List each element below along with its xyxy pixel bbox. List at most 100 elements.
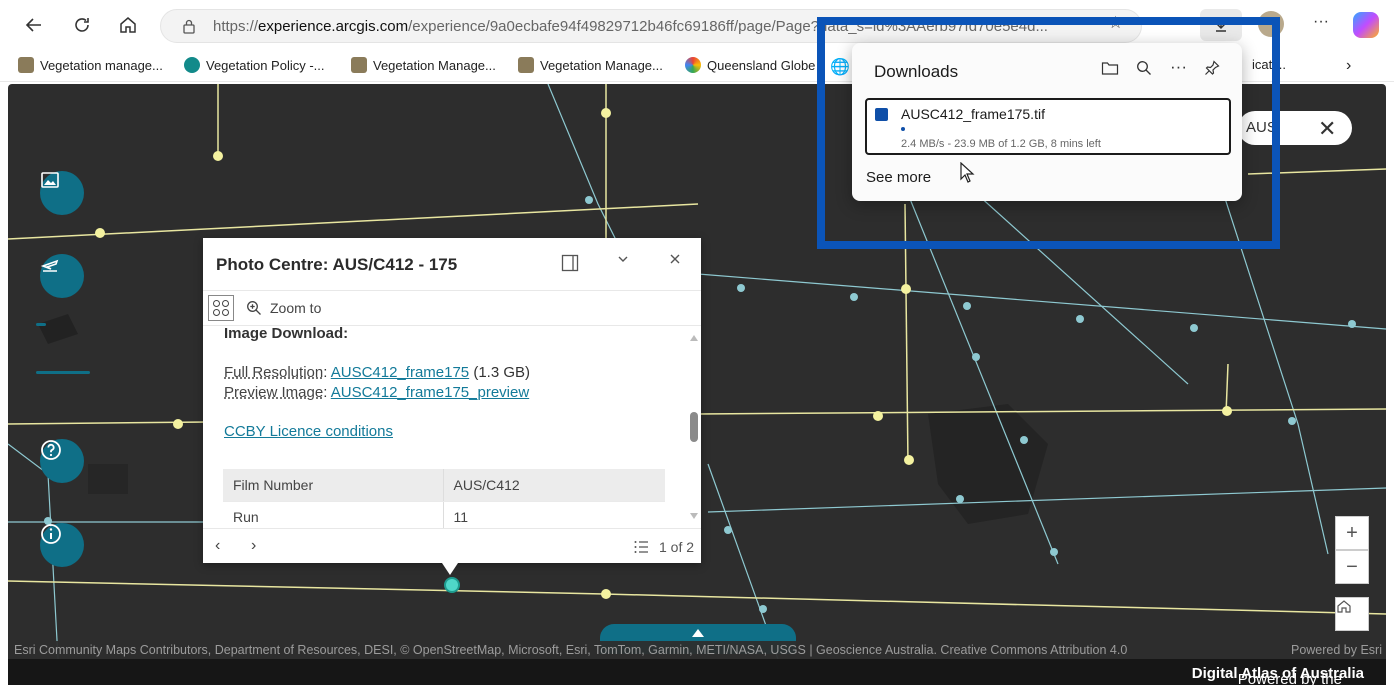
scroll-up-icon — [690, 335, 698, 341]
popup-scrollbar[interactable] — [687, 326, 701, 528]
help-widget-button[interactable] — [40, 439, 84, 483]
bookmark-item[interactable]: Queensland Globe — [685, 57, 815, 73]
full-resolution-row: Full Resolution: AUSC412_frame175 (1.3 G… — [224, 364, 531, 381]
folder-icon — [1101, 62, 1119, 75]
attribution-text: Esri Community Maps Contributors, Depart… — [14, 643, 1128, 657]
photo-centre-point — [873, 411, 883, 421]
clear-search-icon[interactable]: ✕ — [1318, 116, 1336, 142]
powered-prefix: Powered by the — [1237, 671, 1342, 685]
powered-by-esri[interactable]: Powered by Esri — [1291, 643, 1382, 657]
bookmark-label: Vegetation Manage... — [373, 57, 496, 73]
flight-widget-button[interactable] — [40, 254, 84, 298]
photo-centre-point — [972, 353, 980, 361]
attribute-table: Film Number AUS/C412 Run 11 — [223, 469, 665, 528]
popup-content[interactable]: Image Download: Full Resolution: AUSC412… — [203, 326, 687, 528]
minus-icon: − — [1346, 555, 1358, 578]
back-button[interactable] — [18, 9, 50, 41]
full-resolution-label: Full Resolution — [224, 364, 324, 381]
widget-divider — [36, 371, 90, 374]
file-icon — [875, 108, 888, 121]
dock-popup-button[interactable] — [561, 254, 579, 277]
triangle-up-icon — [692, 629, 704, 637]
photo-centre-point — [1348, 320, 1356, 328]
refresh-icon — [75, 18, 89, 32]
preview-image-link[interactable]: AUSC412_frame175_preview — [331, 384, 529, 401]
flight-line — [8, 203, 699, 240]
default-extent-button[interactable] — [1335, 597, 1369, 631]
photo-centre-point — [901, 284, 911, 294]
bookmark-label: Vegetation Policy -... — [206, 57, 325, 73]
photo-centre-point — [737, 284, 745, 292]
pin-icon — [1205, 60, 1220, 75]
bookmark-item[interactable]: Vegetation Policy -... — [184, 57, 325, 73]
flight-line — [8, 580, 1386, 615]
table-row: Run 11 — [223, 501, 665, 528]
open-downloads-folder-button[interactable] — [1101, 60, 1119, 81]
home-button[interactable] — [112, 9, 144, 41]
search-downloads-button[interactable] — [1136, 60, 1152, 81]
previous-feature-button[interactable]: ‹ — [215, 537, 220, 555]
photo-centre-point — [95, 228, 105, 238]
popup-pointer — [442, 563, 458, 575]
bookmark-item[interactable]: Vegetation Manage... — [518, 57, 663, 73]
licence-link[interactable]: CCBY Licence conditions — [224, 423, 393, 440]
help-icon — [41, 440, 61, 460]
terrain-patch — [88, 464, 128, 494]
feature-menu-button[interactable] — [208, 295, 234, 321]
see-more-link[interactable]: See more — [866, 169, 931, 186]
pin-downloads-button[interactable] — [1204, 60, 1220, 81]
chevron-down-icon — [618, 256, 628, 262]
photo-centre-point — [850, 293, 858, 301]
zoom-out-button[interactable]: − — [1335, 550, 1369, 584]
feature-list-icon[interactable] — [633, 539, 649, 555]
dock-icon — [561, 254, 579, 272]
close-popup-button[interactable] — [668, 252, 682, 271]
photo-centre-point — [956, 495, 964, 503]
home-icon — [1337, 600, 1351, 613]
photo-centre-point — [963, 302, 971, 310]
photo-centre-point — [1020, 436, 1028, 444]
scrollbar-thumb[interactable] — [690, 412, 698, 442]
table-row: Film Number AUS/C412 — [223, 469, 665, 502]
zoom-to-button[interactable]: Zoom to — [246, 300, 321, 316]
next-feature-button[interactable]: › — [251, 537, 256, 555]
site-info-icon — [183, 19, 195, 34]
photo-centre-point — [585, 196, 593, 204]
image-download-heading: Image Download: — [224, 326, 349, 342]
bookmarks-overflow-chevron-icon[interactable]: › — [1346, 57, 1351, 75]
powered-by-text: Powered by the Digital Atlas of Australi… — [1192, 665, 1364, 685]
info-icon — [41, 524, 61, 544]
close-icon — [670, 254, 680, 264]
download-item[interactable]: AUSC412_frame175.tif 2.4 MB/s - 23.9 MB … — [865, 98, 1231, 155]
downloads-title: Downloads — [874, 62, 959, 81]
photo-centre-point — [1076, 315, 1084, 323]
field-value: AUS/C412 — [443, 469, 665, 502]
bookmark-label: Vegetation manage... — [40, 57, 163, 73]
collapse-popup-button[interactable] — [616, 252, 630, 271]
full-resolution-size: (1.3 GB) — [473, 364, 531, 381]
bookmark-item[interactable]: Vegetation Manage... — [351, 57, 496, 73]
bookmark-item[interactable]: Vegetation manage... — [18, 57, 163, 73]
search-icon — [1137, 61, 1151, 75]
photo-centre-point — [601, 108, 611, 118]
download-progress-bar — [901, 127, 905, 131]
info-widget-button[interactable] — [40, 523, 84, 567]
photo-centre-point — [601, 589, 611, 599]
url-host: experience.arcgis.com — [258, 18, 409, 35]
selected-photo-centre — [444, 577, 460, 593]
field-name: Run — [223, 501, 444, 528]
zoom-in-button[interactable]: + — [1335, 516, 1369, 550]
more-options-icon[interactable]: ··· — [1313, 13, 1329, 31]
image-widget-button[interactable] — [40, 171, 84, 215]
copilot-icon[interactable] — [1353, 12, 1379, 38]
field-value: 11 — [443, 501, 665, 528]
bookmark-label: Queensland Globe — [707, 57, 816, 73]
popup-title: Photo Centre: AUS/C412 - 175 — [216, 255, 458, 274]
photo-centre-point — [1222, 406, 1232, 416]
downloads-more-options-icon[interactable]: ··· — [1170, 57, 1187, 77]
zoom-to-label: Zoom to — [270, 300, 322, 316]
full-resolution-link[interactable]: AUSC412_frame175 — [331, 364, 469, 381]
home-icon — [120, 17, 136, 33]
image-icon — [41, 172, 59, 188]
refresh-button[interactable] — [66, 9, 98, 41]
